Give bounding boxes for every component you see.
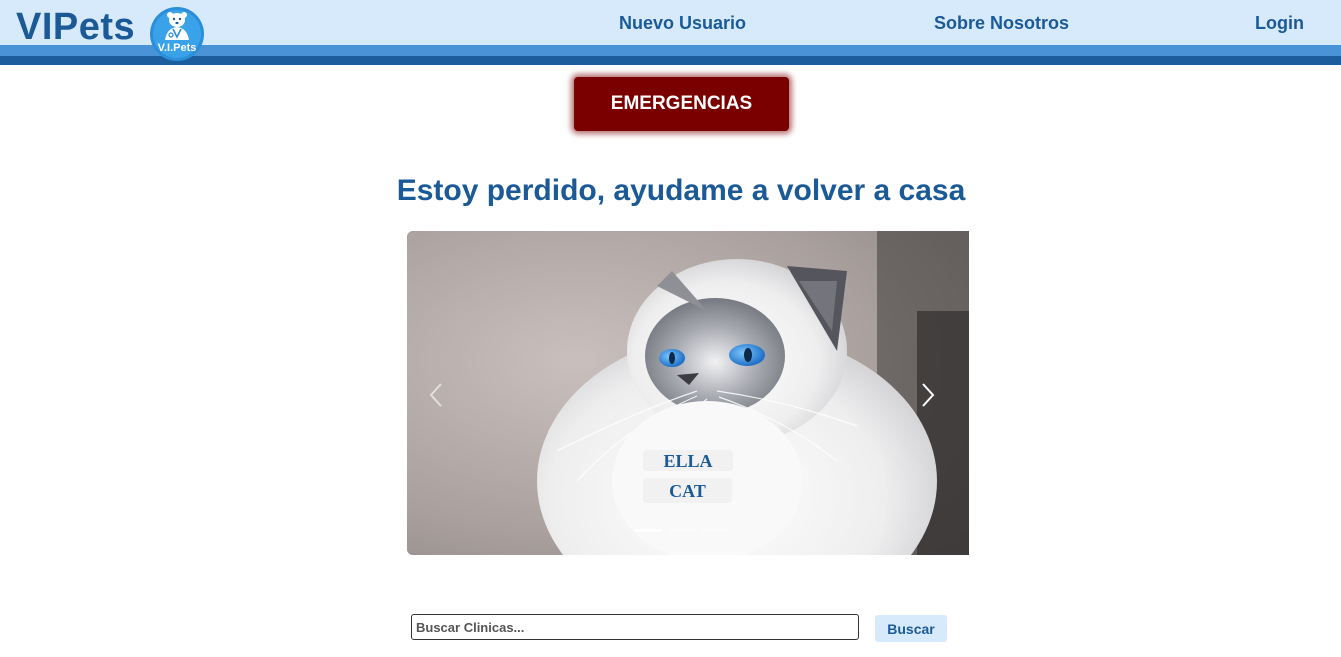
slide-pet-species: CAT xyxy=(643,478,732,503)
lost-pets-carousel[interactable]: ELLA CAT xyxy=(407,231,969,555)
header-bar: VIPets V.I.Pets Nuevo Usuario Sobre Noso… xyxy=(0,0,1341,65)
nav-login[interactable]: Login xyxy=(1255,12,1304,34)
emergency-button[interactable]: EMERGENCIAS xyxy=(574,77,789,131)
cat-photo xyxy=(407,231,969,555)
carousel-indicator-3[interactable] xyxy=(701,529,728,532)
vipets-logo[interactable]: V.I.Pets xyxy=(147,6,207,62)
logo-text: V.I.Pets xyxy=(158,42,197,54)
search-clinics-input[interactable] xyxy=(411,614,859,640)
brand-title[interactable]: VIPets xyxy=(16,4,135,50)
page-headline: Estoy perdido, ayudame a volver a casa xyxy=(396,174,966,207)
carousel-prev-icon[interactable] xyxy=(425,381,449,409)
carousel-indicator-2[interactable] xyxy=(668,529,695,532)
nav-about[interactable]: Sobre Nosotros xyxy=(934,12,1069,34)
nav-new-user[interactable]: Nuevo Usuario xyxy=(619,12,746,34)
carousel-indicator-1[interactable] xyxy=(635,529,662,532)
carousel-next-icon[interactable] xyxy=(915,381,939,409)
search-button[interactable]: Buscar xyxy=(875,615,947,642)
slide-pet-name: ELLA xyxy=(643,450,733,471)
